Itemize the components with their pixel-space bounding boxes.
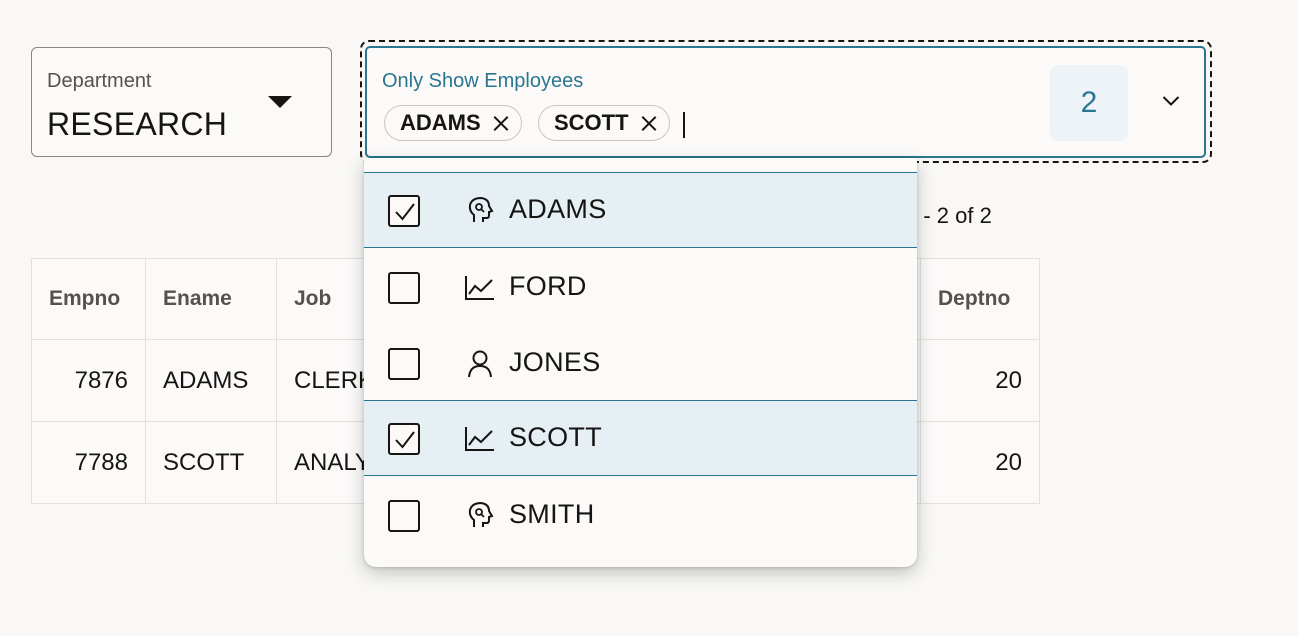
cell-ename: ADAMS [145, 339, 277, 422]
remove-chip-icon[interactable] [641, 115, 657, 131]
caret-down-icon[interactable] [268, 96, 292, 108]
selected-count-badge: 2 [1050, 65, 1128, 141]
chip-label: SCOTT [554, 110, 629, 135]
user-icon [468, 350, 492, 378]
brain-icon [468, 501, 494, 527]
column-header-deptno[interactable]: Deptno [920, 258, 1040, 340]
option-label: ADAMS [509, 194, 607, 224]
cell-deptno: 20 [920, 421, 1040, 504]
option-label: SMITH [509, 499, 595, 529]
checkbox-checked[interactable] [388, 423, 420, 455]
cell-ename: SCOTT [145, 421, 277, 504]
chip-scott[interactable]: SCOTT [538, 105, 670, 141]
checkbox-checked[interactable] [388, 195, 420, 227]
option-adams[interactable]: ADAMS [364, 172, 917, 248]
employees-label: Only Show Employees [382, 70, 584, 92]
column-header-empno[interactable]: Empno [31, 258, 146, 340]
cell-deptno: 20 [920, 339, 1040, 422]
chip-adams[interactable]: ADAMS [384, 105, 522, 141]
option-label: SCOTT [509, 422, 602, 452]
department-value: RESEARCH [47, 106, 228, 142]
trend-chart-icon [465, 276, 494, 300]
checkbox-unchecked[interactable] [388, 500, 420, 532]
option-label: FORD [509, 271, 587, 301]
employees-multiselect[interactable]: Only Show Employees ADAMS SCOTT 2 [365, 46, 1206, 158]
checkmark-icon [395, 431, 415, 449]
option-label: JONES [509, 347, 601, 377]
checkbox-unchecked[interactable] [388, 348, 420, 380]
column-header-ename[interactable]: Ename [145, 258, 277, 340]
chevron-down-icon[interactable] [1162, 95, 1180, 107]
option-scott[interactable]: SCOTT [364, 400, 917, 476]
pagination-info: 1 - 2 of 2 [905, 203, 992, 228]
trend-chart-icon [465, 427, 494, 451]
cell-empno: 7788 [31, 421, 146, 504]
brain-icon [468, 196, 494, 222]
department-select[interactable]: Department RESEARCH [31, 47, 332, 157]
checkmark-icon [395, 203, 415, 221]
text-cursor[interactable] [683, 112, 685, 138]
checkbox-unchecked[interactable] [388, 272, 420, 304]
chip-label: ADAMS [400, 110, 481, 135]
option-ford[interactable]: FORD [364, 249, 917, 325]
option-smith[interactable]: SMITH [364, 477, 917, 553]
option-jones[interactable]: JONES [364, 325, 917, 401]
cell-empno: 7876 [31, 339, 146, 422]
employees-dropdown: ADAMS FORD JONES SCOTT SMITH [364, 158, 917, 567]
department-label: Department [47, 70, 152, 92]
remove-chip-icon[interactable] [493, 115, 509, 131]
